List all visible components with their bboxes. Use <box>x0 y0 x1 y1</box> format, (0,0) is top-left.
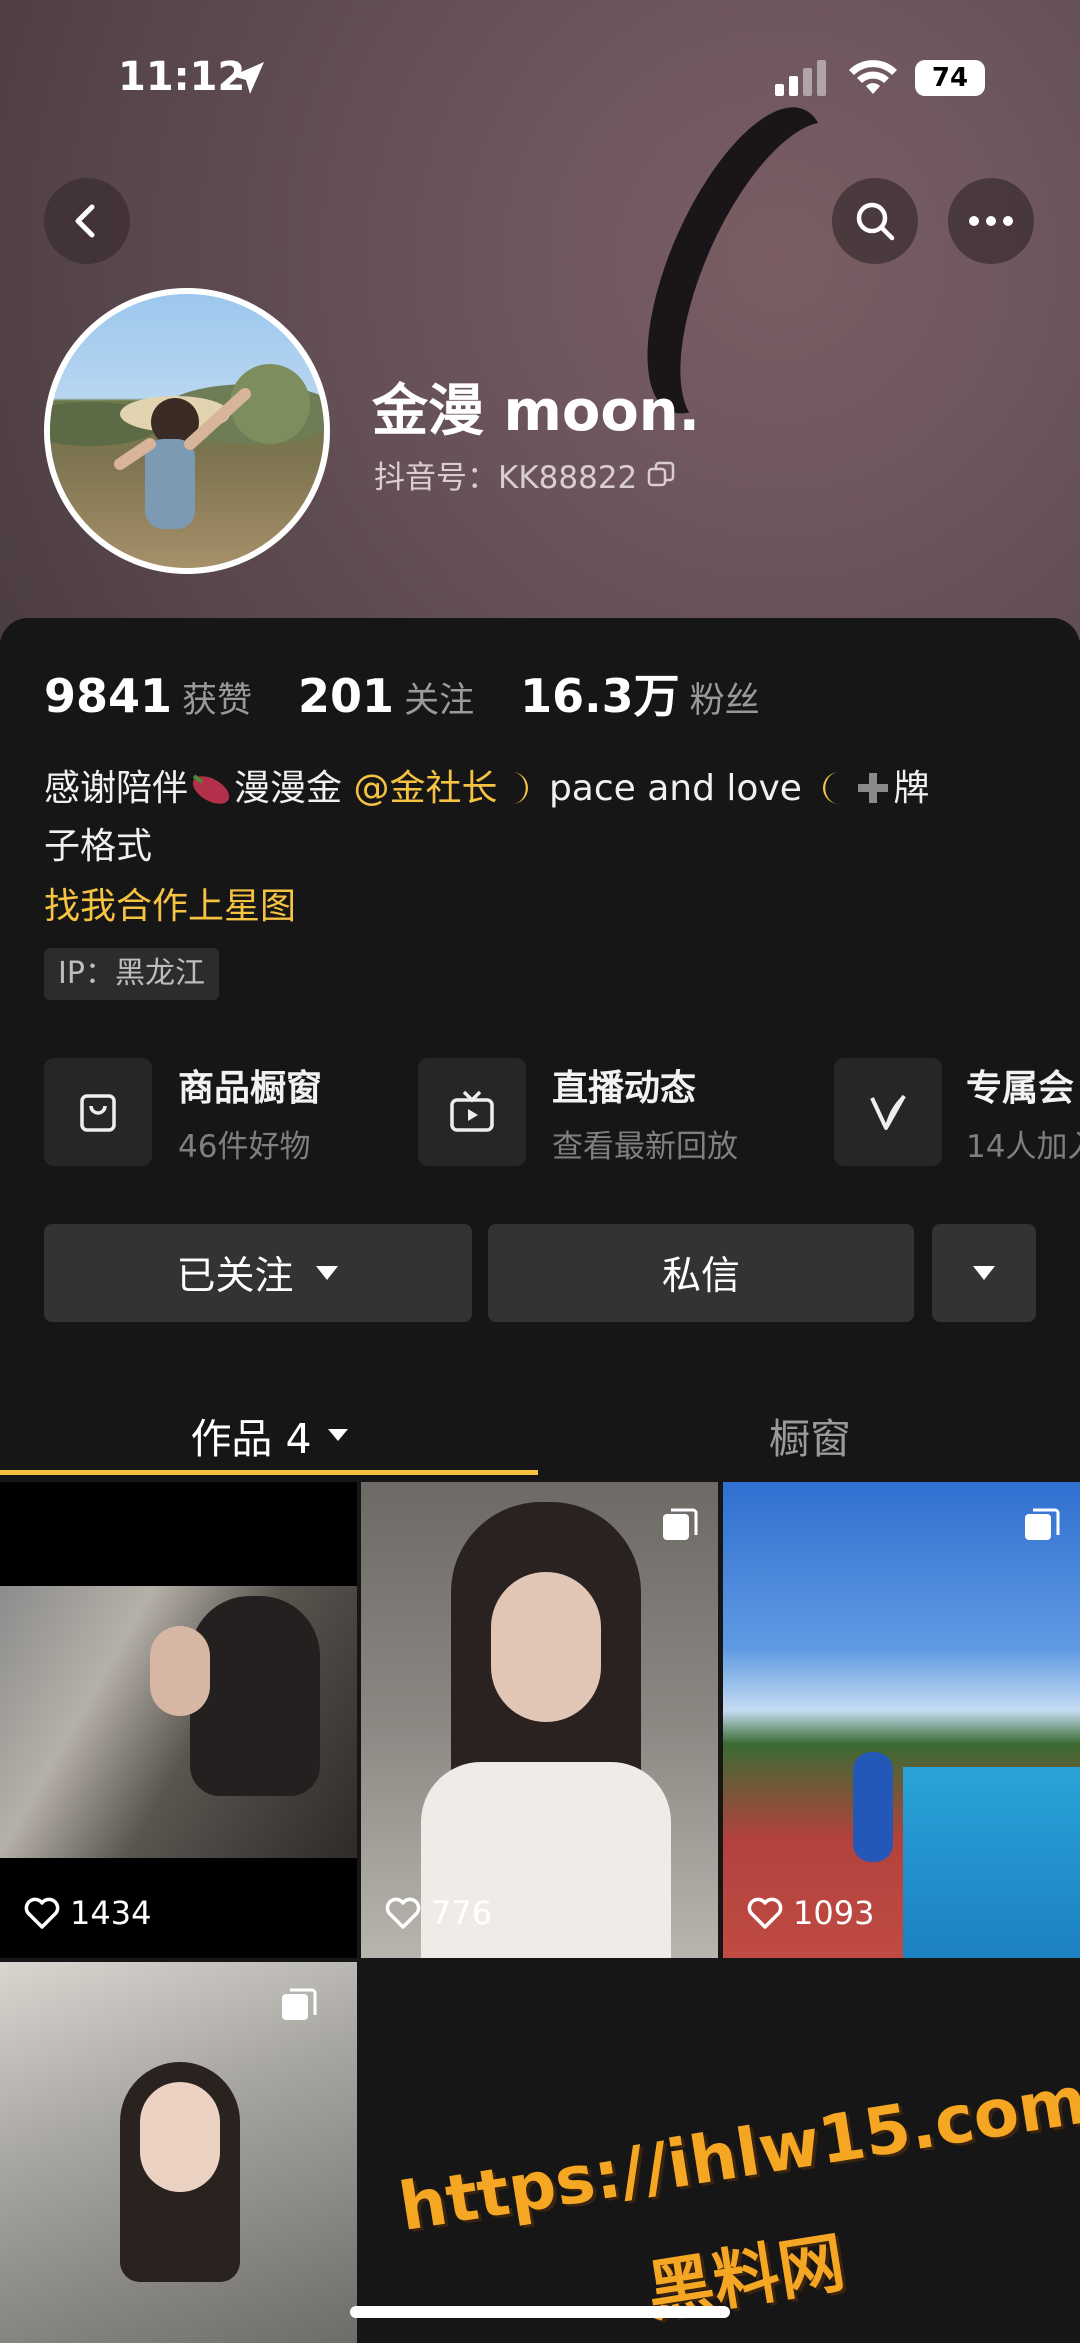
followers-label: 粉丝 <box>689 681 760 721</box>
status-time: 11:12 <box>118 54 246 100</box>
follow-button[interactable]: 已关注 <box>44 1224 472 1322</box>
feature-shop-title: 商品橱窗 <box>178 1067 323 1109</box>
feature-live-subtitle: 查看最新回放 <box>552 1128 738 1165</box>
likes-label: 获赞 <box>182 681 253 721</box>
home-indicator[interactable] <box>350 2306 730 2318</box>
video-thumb-3[interactable]: 1093 <box>723 1482 1080 1958</box>
bio: 感谢陪伴 漫漫金 @金社长 pace and love 牌 子格式 <box>44 760 1044 876</box>
ip-location-tag: IP：黑龙江 <box>44 948 219 1000</box>
following-label: 关注 <box>404 681 475 721</box>
video-likes-2: 776 <box>385 1894 492 1932</box>
back-button[interactable] <box>44 178 130 264</box>
video-thumb-4[interactable] <box>0 1962 357 2343</box>
stats-row: 9841 获赞 201 关注 16.3万 粉丝 <box>44 660 760 726</box>
caret-down-icon <box>973 1266 995 1280</box>
feature-shop[interactable]: 商品橱窗 46件好物 <box>44 1058 322 1166</box>
video-likes-count: 1434 <box>70 1894 152 1932</box>
tab-works[interactable]: 作品 4 <box>0 1390 540 1480</box>
caret-down-icon <box>315 1266 338 1280</box>
following-count[interactable]: 201 <box>298 669 394 723</box>
tab-showcase[interactable]: 橱窗 <box>540 1390 1080 1480</box>
plus-emoji-icon <box>858 773 889 803</box>
feature-shop-subtitle: 46件好物 <box>178 1128 311 1165</box>
video-thumb-image <box>903 1767 1080 1958</box>
copy-icon[interactable] <box>647 461 675 489</box>
caret-down-icon <box>327 1429 348 1441</box>
more-options-button[interactable] <box>932 1224 1036 1322</box>
tab-showcase-label: 橱窗 <box>769 1415 851 1463</box>
bio-text-3: pace and love <box>548 768 802 809</box>
douyin-id: 抖音号：KK88822 <box>374 460 638 496</box>
video-thumb-1[interactable]: 1434 <box>0 1482 357 1958</box>
douyin-id-row[interactable]: 抖音号：KK88822 <box>374 452 675 497</box>
battery-icon: 74 <box>915 60 985 96</box>
message-button[interactable]: 私信 <box>488 1224 914 1322</box>
follow-label: 已关注 <box>176 1254 294 1299</box>
multi-image-icon <box>1025 1508 1060 1540</box>
avatar[interactable] <box>44 288 330 574</box>
heart-icon <box>747 1897 783 1929</box>
signal-icon <box>775 60 829 100</box>
battery-level: 74 <box>931 63 969 93</box>
feature-member[interactable]: 专属会 14人加入 <box>834 1058 1080 1166</box>
feature-live[interactable]: 直播动态 查看最新回放 <box>418 1058 738 1166</box>
feature-live-title: 直播动态 <box>552 1067 697 1109</box>
multi-image-icon <box>282 1988 317 2020</box>
followers-count[interactable]: 16.3万 <box>520 660 680 726</box>
bio-text-1: 感谢陪伴 <box>44 768 189 809</box>
video-likes-1: 1434 <box>24 1894 151 1932</box>
chevron-left-icon <box>75 204 95 238</box>
heart-icon <box>24 1897 60 1929</box>
v-badge-icon <box>834 1058 942 1166</box>
feature-member-title: 专属会 <box>966 1067 1075 1109</box>
crescent-emoji-icon <box>823 772 840 804</box>
tv-icon <box>418 1058 526 1166</box>
video-likes-count: 776 <box>431 1894 493 1932</box>
feature-member-subtitle: 14人加入 <box>966 1128 1080 1165</box>
profile-name: 金漫 moon. <box>372 379 700 444</box>
bio-text-4: 牌 <box>893 768 930 809</box>
multi-image-icon <box>663 1508 698 1540</box>
bio-mention[interactable]: @金社长 <box>353 768 497 809</box>
search-icon <box>856 202 895 241</box>
tab-indicator <box>0 1470 538 1475</box>
avatar-photo <box>50 364 324 529</box>
bio-collab-link[interactable]: 找我合作上星图 <box>44 878 296 936</box>
wifi-icon <box>848 58 898 100</box>
search-button[interactable] <box>832 178 918 264</box>
moon-emoji-icon <box>511 772 528 804</box>
bio-text-2: 漫漫金 <box>234 768 343 809</box>
sweet-potato-emoji-icon <box>192 774 230 804</box>
shopping-bag-icon <box>44 1058 152 1166</box>
video-thumb-2[interactable]: 776 <box>361 1482 718 1958</box>
tab-works-label: 作品 4 <box>190 1415 312 1463</box>
likes-count[interactable]: 9841 <box>44 669 172 723</box>
video-likes-count: 1093 <box>793 1894 875 1932</box>
message-label: 私信 <box>661 1254 740 1299</box>
video-likes-3: 1093 <box>747 1894 874 1932</box>
location-arrow-icon <box>228 58 268 102</box>
heart-icon <box>385 1897 421 1929</box>
bio-text-5: 子格式 <box>44 826 153 867</box>
more-dots-icon <box>969 216 1013 226</box>
video-thumb-image <box>0 1586 357 1858</box>
more-button[interactable] <box>948 178 1034 264</box>
